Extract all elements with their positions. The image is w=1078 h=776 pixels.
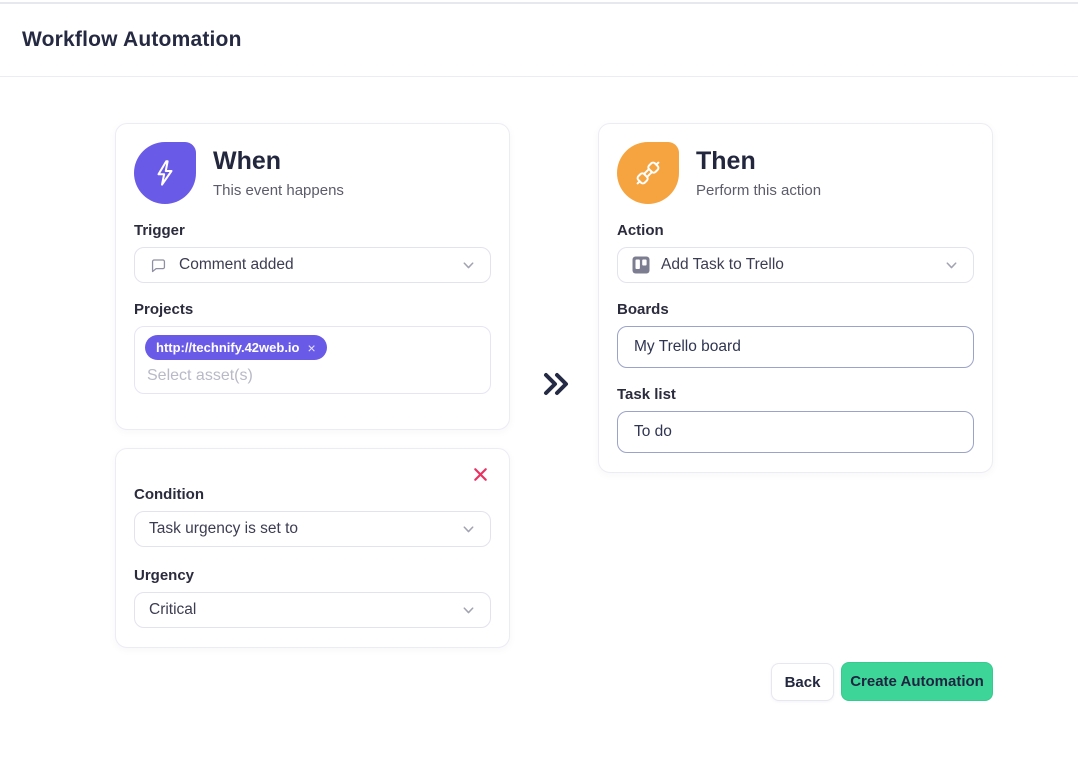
create-automation-button[interactable]: Create Automation <box>841 662 993 701</box>
lightning-icon <box>134 142 196 204</box>
boards-label: Boards <box>617 301 974 318</box>
when-subtitle: This event happens <box>213 182 344 199</box>
condition-card: Condition Task urgency is set to Urgency… <box>115 448 510 648</box>
workflow-automation-page: Workflow Automation When This event happ… <box>0 0 1078 776</box>
remove-tag-icon[interactable]: × <box>308 341 316 355</box>
boards-input[interactable] <box>617 326 974 368</box>
comment-icon <box>149 256 168 275</box>
action-value: Add Task to Trello <box>661 256 784 274</box>
trigger-select[interactable]: Comment added <box>134 247 491 283</box>
action-select[interactable]: Add Task to Trello <box>617 247 974 283</box>
then-title: Then <box>696 147 821 176</box>
page-title: Workflow Automation <box>22 28 242 52</box>
project-tag-label: http://technify.42web.io <box>156 340 300 355</box>
projects-label: Projects <box>134 301 491 318</box>
back-button[interactable]: Back <box>771 663 834 701</box>
chevron-down-icon <box>944 258 959 273</box>
projects-multiselect[interactable]: http://technify.42web.io × Select asset(… <box>134 326 491 394</box>
trigger-value: Comment added <box>179 256 294 274</box>
then-card-heading: Then Perform this action <box>696 142 821 199</box>
condition-label: Condition <box>134 486 491 503</box>
condition-value: Task urgency is set to <box>149 520 298 538</box>
chevron-down-icon <box>461 258 476 273</box>
task-list-input[interactable] <box>617 411 974 453</box>
when-card-header: When This event happens <box>116 124 509 204</box>
condition-select[interactable]: Task urgency is set to <box>134 511 491 547</box>
double-chevron-right-icon <box>536 365 574 408</box>
urgency-label: Urgency <box>134 567 491 584</box>
plug-icon <box>617 142 679 204</box>
page-header: Workflow Automation <box>0 4 1078 77</box>
condition-fields: Condition Task urgency is set to Urgency… <box>116 449 509 628</box>
then-card: Then Perform this action Action Add Task… <box>598 123 993 473</box>
task-list-label: Task list <box>617 386 974 403</box>
chevron-down-icon <box>461 603 476 618</box>
when-fields: Trigger Comment added Projects http://t <box>116 222 509 394</box>
then-fields: Action Add Task to Trello Boards <box>599 222 992 453</box>
urgency-value: Critical <box>149 601 196 619</box>
chevron-down-icon <box>461 522 476 537</box>
then-card-header: Then Perform this action <box>599 124 992 204</box>
action-label: Action <box>617 222 974 239</box>
urgency-select[interactable]: Critical <box>134 592 491 628</box>
close-icon[interactable] <box>469 463 491 485</box>
projects-placeholder: Select asset(s) <box>145 367 480 385</box>
trigger-label: Trigger <box>134 222 491 239</box>
project-tag: http://technify.42web.io × <box>145 335 327 360</box>
then-subtitle: Perform this action <box>696 182 821 199</box>
when-card: When This event happens Trigger Comment … <box>115 123 510 430</box>
when-card-heading: When This event happens <box>213 142 344 199</box>
when-title: When <box>213 147 344 176</box>
trello-icon <box>632 256 650 274</box>
